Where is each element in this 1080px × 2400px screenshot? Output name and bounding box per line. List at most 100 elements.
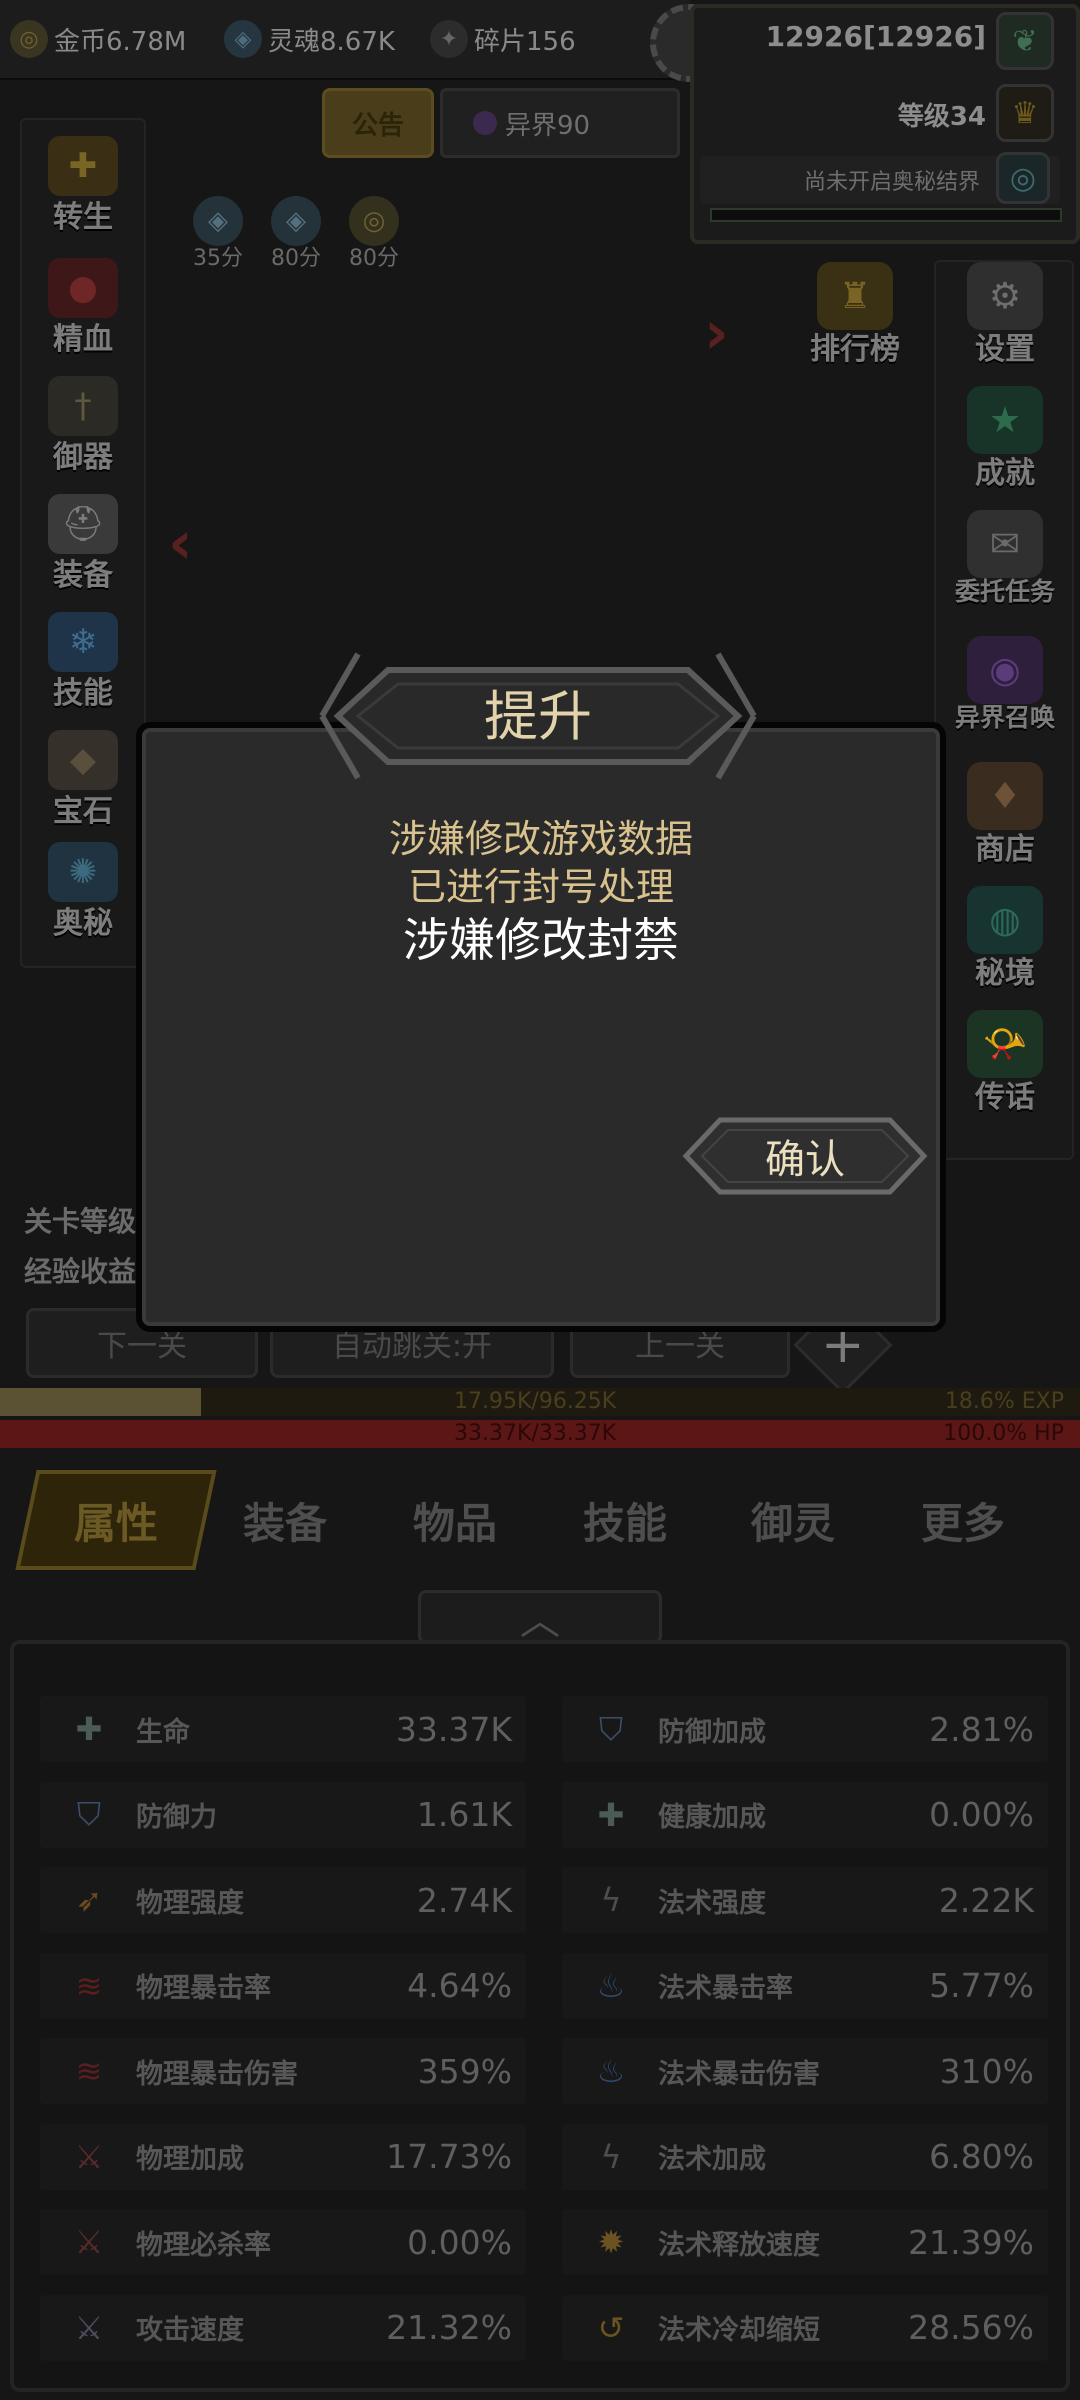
soul-resource: ◈ 灵魂8.67K bbox=[224, 16, 395, 62]
menu-label: 秘境 bbox=[975, 956, 1035, 991]
stat-row: ➶ 物理强度 2.74K bbox=[40, 1867, 526, 1933]
notice-button[interactable]: 公告 bbox=[322, 88, 434, 158]
menu-skills[interactable]: ❄ 技能 bbox=[28, 612, 138, 722]
stat-value: 1.61K bbox=[416, 1795, 512, 1834]
tab-items[interactable]: 物品 bbox=[390, 1470, 520, 1570]
gem-bag-icon: ◆ bbox=[48, 730, 118, 790]
hp-percent: 100.0% HP bbox=[943, 1421, 1064, 1446]
vortex-icon[interactable]: ◎ bbox=[996, 152, 1050, 204]
boost-item[interactable]: ◈ 80分 bbox=[256, 196, 336, 276]
confirm-button[interactable]: 确认 bbox=[680, 1114, 930, 1198]
menu-commissions[interactable]: ✉ 委托任务 bbox=[930, 510, 1080, 630]
menu-secret-realm[interactable]: ◍ 秘境 bbox=[930, 886, 1080, 1006]
exp-percent: 18.6% EXP bbox=[944, 1389, 1064, 1414]
stat-row: ϟ 法术加成 6.80% bbox=[562, 2123, 1048, 2190]
boost-time: 35分 bbox=[193, 246, 243, 271]
player-level: 等级34 bbox=[897, 102, 986, 132]
shard-text: 碎片156 bbox=[474, 26, 576, 57]
menu-weapon[interactable]: † 御器 bbox=[28, 376, 138, 486]
tab-attributes[interactable]: 属性 bbox=[15, 1470, 217, 1570]
wing-icon: ➶ bbox=[75, 1881, 103, 1919]
stat-row: ⚔ 攻击速度 21.32% bbox=[40, 2294, 526, 2361]
helmet-icon: ⛑ bbox=[48, 494, 118, 554]
menu-gems[interactable]: ◆ 宝石 bbox=[28, 730, 138, 840]
cross-icon: ✚ bbox=[75, 1710, 103, 1748]
stat-row: ϟ 法术强度 2.22K bbox=[562, 1867, 1048, 1933]
stat-name: 物理暴击伤害 bbox=[136, 2058, 298, 2090]
stat-name: 防御力 bbox=[136, 1802, 217, 1833]
menu-shop[interactable]: ♦ 商店 bbox=[930, 762, 1080, 882]
menu-label: 宝石 bbox=[53, 794, 113, 829]
dialog-title: 提升 bbox=[484, 685, 592, 748]
claw-icon: ≋ bbox=[75, 2052, 103, 2090]
gold-text: 金币6.78M bbox=[54, 26, 187, 57]
stat-row: ♨ 法术暴击伤害 310% bbox=[562, 2038, 1048, 2104]
menu-equipment[interactable]: ⛑ 装备 bbox=[28, 494, 138, 604]
stat-name: 物理加成 bbox=[136, 2144, 244, 2175]
stat-row: ⛉ 防御加成 2.81% bbox=[562, 1696, 1048, 1762]
hp-value: 33.37K/33.37K bbox=[454, 1421, 617, 1446]
collapse-button[interactable]: ︿ bbox=[418, 1590, 662, 1644]
exp-bar-fill bbox=[0, 1388, 201, 1416]
stat-value: 28.56% bbox=[908, 2308, 1034, 2347]
stat-value: 2.81% bbox=[929, 1709, 1034, 1749]
menu-label: 传话 bbox=[975, 1080, 1035, 1115]
cross-icon: ✚ bbox=[597, 1795, 625, 1834]
chevron-up-icon: ︿ bbox=[520, 1598, 560, 1644]
stat-name: 攻击速度 bbox=[136, 2315, 244, 2346]
crown-icon[interactable]: ♛ bbox=[996, 84, 1054, 142]
exp-bar: 17.95K/96.25K 18.6% EXP bbox=[0, 1388, 1080, 1416]
soul-boost-icon: ◈ bbox=[271, 196, 321, 246]
exp-value: 17.95K/96.25K bbox=[454, 1389, 617, 1414]
shield-icon: ⛉ bbox=[598, 1709, 623, 1748]
menu-achievements[interactable]: ★ 成就 bbox=[930, 386, 1080, 506]
tab-more[interactable]: 更多 bbox=[898, 1470, 1028, 1570]
menu-blood[interactable]: ● 精血 bbox=[28, 258, 138, 368]
tab-skills[interactable]: 技能 bbox=[560, 1470, 690, 1570]
exp-income-label: 经验收益 bbox=[24, 1255, 137, 1288]
boost-item[interactable]: ◎ 80分 bbox=[334, 196, 414, 276]
stat-row: ≋ 物理暴击伤害 359% bbox=[40, 2038, 526, 2104]
menu-label: 商店 bbox=[975, 832, 1035, 867]
tab-equipment[interactable]: 装备 bbox=[220, 1470, 350, 1570]
shield-icon: ⛉ bbox=[76, 1795, 101, 1833]
next-page-arrow-icon[interactable]: › bbox=[704, 298, 744, 368]
stat-row: ✚ 健康加成 0.00% bbox=[562, 1781, 1048, 1848]
prev-page-arrow-icon[interactable]: ‹ bbox=[168, 508, 208, 578]
shard-resource: ✦ 碎片156 bbox=[430, 16, 576, 62]
ranking-button[interactable]: ♜ 排行榜 bbox=[790, 262, 920, 382]
world-tab[interactable]: 异界90 bbox=[440, 88, 680, 158]
stat-row: ✚ 生命 33.37K bbox=[40, 1696, 526, 1762]
boost-time: 80分 bbox=[271, 246, 321, 271]
tab-label: 属性 bbox=[73, 1498, 158, 1548]
stat-value: 2.74K bbox=[416, 1880, 512, 1920]
menu-settings[interactable]: ⚙ 设置 bbox=[930, 262, 1080, 382]
stat-value: 33.37K bbox=[395, 1709, 512, 1749]
stat-value: 2.22K bbox=[938, 1880, 1034, 1920]
boost-time: 80分 bbox=[349, 246, 399, 271]
stat-row: ⚔ 物理必杀率 0.00% bbox=[40, 2209, 526, 2275]
soul-icon: ◈ bbox=[224, 20, 262, 58]
soul-text: 灵魂8.67K bbox=[268, 26, 395, 57]
swirl-icon: ↺ bbox=[597, 2308, 625, 2347]
menu-summon[interactable]: ◉ 异界召唤 bbox=[930, 636, 1080, 756]
leaf-icon[interactable]: ❦ bbox=[996, 12, 1054, 70]
ancient-realm-text: 尚未开启奥秘结界 bbox=[803, 170, 980, 195]
blood-meat-icon: ● bbox=[48, 258, 118, 318]
stat-name: 物理强度 bbox=[136, 1887, 244, 1919]
menu-label: 精血 bbox=[53, 322, 113, 357]
menu-label: 奥秘 bbox=[53, 906, 113, 941]
gold-resource: ◎ 金币6.78M bbox=[10, 16, 186, 62]
menu-rebirth[interactable]: ✚ 转生 bbox=[28, 136, 138, 246]
menu-messages[interactable]: 📯 传话 bbox=[930, 1010, 1080, 1130]
tab-spirits[interactable]: 御灵 bbox=[728, 1470, 858, 1570]
stat-name: 法术冷却缩短 bbox=[658, 2315, 820, 2346]
boost-item[interactable]: ◈ 35分 bbox=[178, 196, 258, 276]
green-orb-icon: ◍ bbox=[967, 886, 1043, 954]
stats-column-right: ⛉ 防御加成 2.81% ✚ 健康加成 0.00% ϟ 法术强度 2.22K ♨ 法术暴击率 5.77… bbox=[562, 1696, 1048, 2361]
world-tab-label: 异界90 bbox=[505, 110, 591, 141]
trophy-icon: ♜ bbox=[817, 262, 893, 330]
menu-arcane[interactable]: ✺ 奥秘 bbox=[28, 842, 138, 952]
stat-value: 17.73% bbox=[386, 2137, 512, 2176]
stat-row: ♨ 法术暴击率 5.77% bbox=[562, 1952, 1048, 2019]
